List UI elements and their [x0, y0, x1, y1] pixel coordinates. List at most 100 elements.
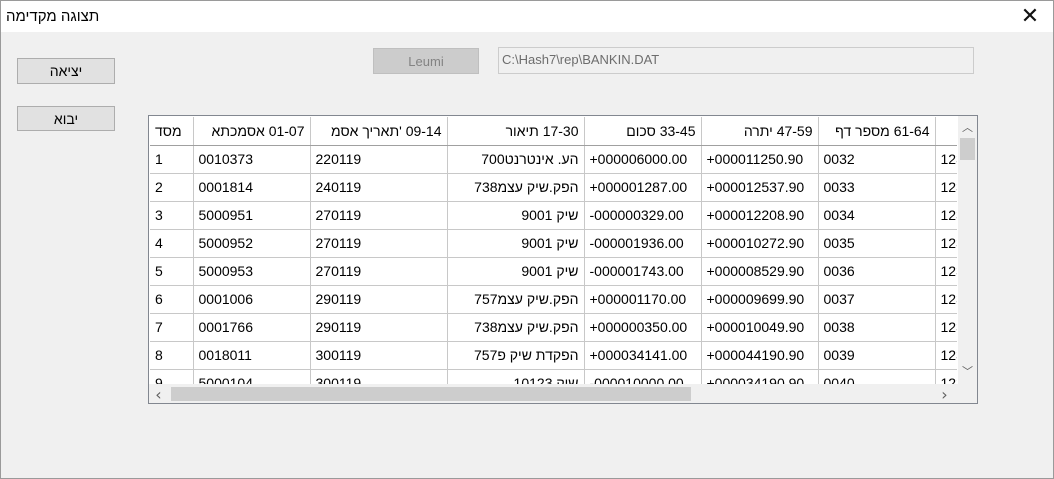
table-row[interactable]: 3 5000951 270119 שיק 9001 -000000329.00 +0000…: [150, 201, 957, 230]
table-cell[interactable]: 0032: [818, 145, 936, 174]
scroll-up-icon[interactable]: ︿: [958, 118, 977, 136]
table-cell[interactable]: 5000951: [193, 201, 311, 230]
table-cell[interactable]: 5000953: [193, 257, 311, 286]
horizontal-scrollbar[interactable]: ‹ ›: [149, 384, 959, 403]
table-cell[interactable]: 3: [150, 201, 194, 230]
column-header[interactable]: 01-07 אסמכתא: [193, 117, 311, 146]
table-cell[interactable]: הפק.שיק עצמ757: [447, 285, 585, 314]
column-header[interactable]: 09-14 'תאריך אסמ: [310, 117, 448, 146]
vertical-scroll-thumb[interactable]: [960, 138, 975, 160]
table-cell[interactable]: 4: [150, 229, 194, 258]
column-header[interactable]: 33-45 סכום: [584, 117, 702, 146]
table-cell[interactable]: 0035: [818, 229, 936, 258]
table-cell[interactable]: 300119: [310, 369, 448, 384]
table-cell[interactable]: הפק.שיק עצמ738: [447, 313, 585, 342]
table-cell[interactable]: +000000350.00: [584, 313, 702, 342]
file-path-field[interactable]: C:\Hash7\rep\BANKIN.DAT: [498, 47, 974, 74]
table-cell[interactable]: 270119: [310, 229, 448, 258]
table-cell[interactable]: 0040: [818, 369, 936, 384]
column-header[interactable]: 61-64 מספר דף: [818, 117, 936, 146]
table-cell[interactable]: 270119: [310, 257, 448, 286]
table-row[interactable]: 5 5000953 270119 שיק 9001 -000001743.00 +0000…: [150, 257, 957, 286]
table-cell[interactable]: 6: [150, 285, 194, 314]
import-button[interactable]: יבוא: [17, 106, 115, 131]
table-cell[interactable]: +000012537.90: [701, 173, 819, 202]
table-cell[interactable]: +000012208.90: [701, 201, 819, 230]
table-cell[interactable]: 300119: [310, 341, 448, 370]
close-icon[interactable]: ✕: [1007, 1, 1053, 32]
table-cell[interactable]: 123: [935, 173, 957, 202]
table-cell[interactable]: +000006000.00: [584, 145, 702, 174]
table-cell[interactable]: -000001743.00: [584, 257, 702, 286]
table-cell[interactable]: +000011250.90: [701, 145, 819, 174]
vertical-scrollbar[interactable]: ︿ ﹀: [958, 116, 977, 384]
table-cell[interactable]: 123: [935, 201, 957, 230]
table-cell[interactable]: 9: [150, 369, 194, 384]
table-cell[interactable]: 290119: [310, 313, 448, 342]
leumi-button[interactable]: Leumi: [373, 48, 479, 74]
table-row[interactable]: 4 5000952 270119 שיק 9001 -000001936.00 +0000…: [150, 229, 957, 258]
table-cell[interactable]: +000010049.90: [701, 313, 819, 342]
table-cell[interactable]: +000010272.90: [701, 229, 819, 258]
table-row[interactable]: 9 5000104 300119 שיק 10123 -000010000.00 +000…: [150, 369, 957, 384]
table-cell[interactable]: 123: [935, 285, 957, 314]
horizontal-scroll-thumb[interactable]: [171, 387, 691, 401]
table-cell[interactable]: 123: [935, 145, 957, 174]
table-cell[interactable]: 220119: [310, 145, 448, 174]
table-cell[interactable]: 0018011: [193, 341, 311, 370]
table-cell[interactable]: -000000329.00: [584, 201, 702, 230]
table-cell[interactable]: 0001006: [193, 285, 311, 314]
exit-button[interactable]: יציאה: [17, 58, 115, 84]
table-cell[interactable]: 123: [935, 369, 957, 384]
table-cell[interactable]: 2: [150, 173, 194, 202]
table-cell[interactable]: 0036: [818, 257, 936, 286]
table-cell[interactable]: 7: [150, 313, 194, 342]
table-cell[interactable]: שיק 9001: [447, 229, 585, 258]
table-cell[interactable]: 0010373: [193, 145, 311, 174]
table-cell[interactable]: הפק.שיק עצמ738: [447, 173, 585, 202]
table-cell[interactable]: 0001766: [193, 313, 311, 342]
table-cell[interactable]: -000001936.00: [584, 229, 702, 258]
table-cell[interactable]: +000034190.90: [701, 369, 819, 384]
table-cell[interactable]: +000044190.90: [701, 341, 819, 370]
table-cell[interactable]: שיק 9001: [447, 257, 585, 286]
table-row[interactable]: 6 0001006 290119 הפק.שיק עצמ757 +000001170.0…: [150, 285, 957, 314]
scroll-down-icon[interactable]: ﹀: [958, 362, 977, 380]
table-row[interactable]: 7 0001766 290119 הפק.שיק עצמ738 +000000350.0…: [150, 313, 957, 342]
column-header[interactable]: 66-: [935, 117, 957, 146]
table-cell[interactable]: 0001814: [193, 173, 311, 202]
table-cell[interactable]: +000009699.90: [701, 285, 819, 314]
table-cell[interactable]: 123: [935, 229, 957, 258]
table-cell[interactable]: שיק 9001: [447, 201, 585, 230]
table-cell[interactable]: 5000952: [193, 229, 311, 258]
table-cell[interactable]: הע. אינטרנט700: [447, 145, 585, 174]
scroll-right-icon[interactable]: ›: [935, 385, 954, 404]
table-cell[interactable]: הפקדת שיק פ757: [447, 341, 585, 370]
table-row[interactable]: 8 0018011 300119 הפקדת שיק פ757 +000034141.0…: [150, 341, 957, 370]
table-cell[interactable]: 270119: [310, 201, 448, 230]
column-header[interactable]: 17-30 תיאור: [447, 117, 585, 146]
table-cell[interactable]: 0037: [818, 285, 936, 314]
table-cell[interactable]: 290119: [310, 285, 448, 314]
table-cell[interactable]: 5000104: [193, 369, 311, 384]
table-cell[interactable]: 1: [150, 145, 194, 174]
table-cell[interactable]: שיק 10123: [447, 369, 585, 384]
table-cell[interactable]: -000010000.00: [584, 369, 702, 384]
table-cell[interactable]: +000001287.00: [584, 173, 702, 202]
table-cell[interactable]: +000001170.00: [584, 285, 702, 314]
table-cell[interactable]: 123: [935, 313, 957, 342]
table-cell[interactable]: 123: [935, 341, 957, 370]
table-cell[interactable]: 0033: [818, 173, 936, 202]
table-cell[interactable]: 240119: [310, 173, 448, 202]
table-cell[interactable]: 0038: [818, 313, 936, 342]
table-row[interactable]: 1 0010373 220119 הע. אינטרנט700 +000006000.0…: [150, 145, 957, 174]
table-cell[interactable]: 123: [935, 257, 957, 286]
scroll-left-icon[interactable]: ‹: [149, 385, 168, 404]
table-cell[interactable]: 0034: [818, 201, 936, 230]
table-cell[interactable]: +000034141.00: [584, 341, 702, 370]
data-grid[interactable]: מסד 01-07 אסמכתא 09-14 'תאריך אסמ 17-30 תיא…: [148, 115, 978, 404]
column-header[interactable]: 47-59 יתרה: [701, 117, 819, 146]
column-header[interactable]: מסד: [150, 117, 194, 146]
table-cell[interactable]: +000008529.90: [701, 257, 819, 286]
table-cell[interactable]: 5: [150, 257, 194, 286]
